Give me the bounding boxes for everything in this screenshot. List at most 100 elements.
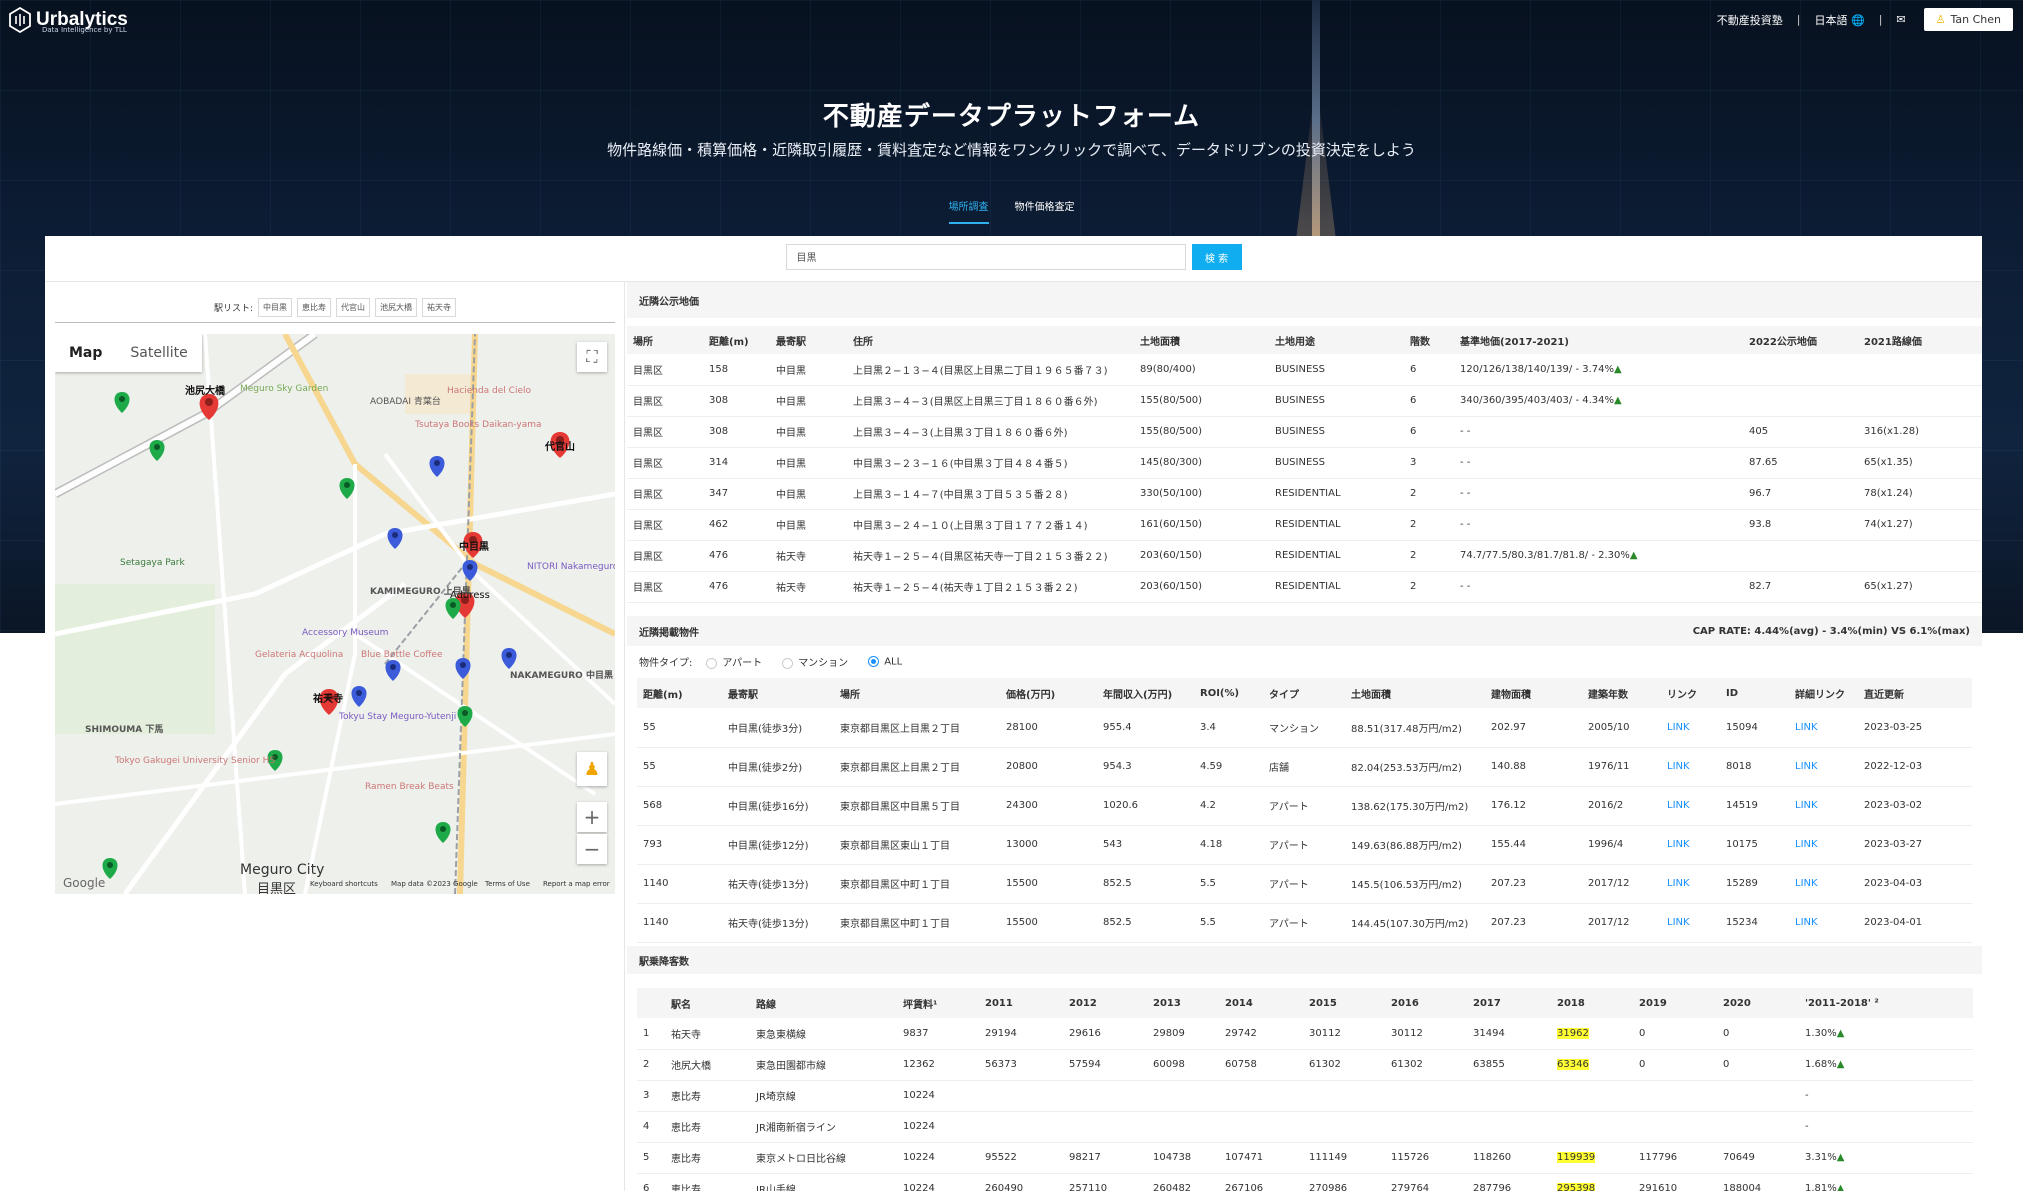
pin-icon[interactable] [387,528,403,549]
link[interactable]: LINK [1667,839,1690,850]
station-chip[interactable]: 代官山 [336,298,371,317]
table-row[interactable]: 目黒区 158 中目黒 上目黒２−１３−４(目黒区上目黒二丁目１９６５番７３) 89(8… [627,354,1982,386]
station-chip[interactable]: 池尻大橋 [375,298,418,317]
table-cell-text: 120/126/138/140/139/ - 3.74%▲ [1460,363,1622,375]
table-row[interactable]: 目黒区 347 中目黒 上目黒３−１４−７(中目黒３丁目５３５番２８) 330(50/1… [627,478,1982,510]
link[interactable]: LINK [1667,878,1690,889]
link[interactable]: LINK [1795,761,1818,772]
table-row[interactable]: 目黒区 476 祐天寺 祐天寺１−２５−４(目黒区祐天寺一丁目２１５３番２２) 203(… [627,540,1982,572]
table-cell: 260482 [1147,1173,1219,1191]
table-row[interactable]: 5 恵比寿 東京メトロ日比谷線 10224 95522 98217 104738 107471… [637,1142,1973,1174]
link[interactable]: LINK [1795,839,1818,850]
search-button[interactable]: 検 索 [1191,244,1242,270]
table-row[interactable]: 目黒区 476 祐天寺 祐天寺１−２５−４(祐天寺１丁目２１５３番２２) 203(60/… [627,571,1982,603]
search-input[interactable]: 目黒 [785,244,1186,270]
station-chip[interactable]: 恵比寿 [297,298,332,317]
table-cell-text: 70649 [1723,1152,1755,1163]
table-row[interactable]: 6 恵比寿 JR山手線 10224 260490 257110 260482 267106 27… [637,1173,1973,1191]
pin-icon[interactable] [199,394,219,420]
table-row[interactable]: 4 恵比寿 JR湘南新宿ライン 10224 - [637,1111,1973,1143]
fullscreen-icon[interactable]: ⛶ [577,342,607,372]
table-row[interactable]: 55 中目黒(徒歩2分) 東京都目黒区上目黒２丁目 20800 954.3 4.59 店舗 8… [637,747,1972,787]
tab-price-assessment[interactable]: 物件価格査定 [1015,198,1075,224]
logo[interactable]: Urbalytics Data Intelligence by TLL [8,7,128,34]
link[interactable]: LINK [1667,917,1690,928]
zoom-out-icon[interactable]: − [577,834,607,864]
column-header: 場所 [627,326,703,354]
map-label: 代官山 [545,442,575,453]
map-tab-satellite[interactable]: Satellite [116,334,201,372]
pegman-icon[interactable]: ♟ [577,752,607,786]
radio-mansion[interactable]: マンション [782,654,848,669]
table-row[interactable]: 1 祐天寺 東急東横線 9837 29194 29616 29809 29742 30112 30… [637,1018,1973,1050]
map-tab-map[interactable]: Map [55,334,116,372]
table-cell: 31962 [1551,1018,1633,1050]
map-footer-keyboard[interactable]: Keyboard shortcuts [310,880,378,888]
table-cell: 87.65 [1743,447,1858,479]
mail-icon[interactable]: ✉ [1896,13,1905,26]
table-cell-text: 目黒区 [633,490,663,501]
table-row[interactable]: 目黒区 314 中目黒 中目黒３−２３−１６(中目黒３丁目４８４番５) 145(80/3… [627,447,1982,479]
table-cell-text: マンション [1269,723,1319,735]
pin-icon[interactable] [149,440,165,461]
nav-language[interactable]: 日本語 🌐 [1814,12,1864,28]
table-cell-text: 10224 [903,1152,935,1163]
table-cell-text: 107471 [1225,1152,1264,1163]
pin-icon[interactable] [457,706,473,727]
table-cell: 10224 [897,1111,979,1143]
table-cell: LINK [1661,747,1720,787]
table-cell-text: 4.18 [1200,839,1223,850]
link[interactable]: LINK [1795,878,1818,889]
pin-icon[interactable] [385,660,401,681]
table-cell: 1140 [637,864,722,904]
pin-icon[interactable] [455,658,471,679]
link[interactable]: LINK [1795,800,1818,811]
table-cell: 149.63(86.88万円/m2) [1345,825,1485,865]
link[interactable]: LINK [1667,800,1690,811]
table-cell-text: 池尻大橋 [671,1061,711,1072]
table-row[interactable]: 目黒区 308 中目黒 上目黒３−４−３(目黒区上目黒三丁目１８６０番６外) 155(8… [627,385,1982,417]
link[interactable]: LINK [1667,761,1690,772]
table-cell: 15500 [1000,864,1097,904]
table-cell: 15289 [1720,864,1789,904]
link[interactable]: LINK [1795,917,1818,928]
pin-icon[interactable] [462,560,478,581]
station-chip[interactable]: 中目黒 [258,298,293,317]
table-row[interactable]: 1140 祐天寺(徒歩13分) 東京都目黒区中町１丁目 15500 852.5 5.5 アパ… [637,903,1972,943]
pin-icon[interactable] [351,686,367,707]
nav-invest-link[interactable]: 不動産投資塾 [1717,12,1783,28]
table-row[interactable]: 3 恵比寿 JR埼京線 10224 - [637,1080,1973,1112]
radio-apartment[interactable]: アパート [706,654,762,669]
table-row[interactable]: 2 池尻大橋 東急田園都市線 12362 56373 57594 60098 60758 613… [637,1049,1973,1081]
pin-icon[interactable] [114,392,130,413]
table-cell: LINK [1789,825,1858,865]
map-footer-terms[interactable]: Terms of Use [485,880,530,888]
table-cell-text: 202.97 [1491,721,1526,733]
table-row[interactable]: 目黒区 308 中目黒 上目黒３−４−３(上目黒３丁目１８６０番６外) 155(80/5… [627,416,1982,448]
station-chip[interactable]: 祐天寺 [422,298,457,317]
table-row[interactable]: 793 中目黒(徒歩12分) 東京都目黒区東山１丁目 13000 543 4.18 アパート… [637,825,1972,865]
tab-location-research[interactable]: 場所調査 [948,198,989,224]
table-row[interactable]: 568 中目黒(徒歩16分) 東京都目黒区中目黒５丁目 24300 1020.6 4.2 ア… [637,786,1972,826]
pin-icon[interactable] [339,478,355,499]
zoom-in-icon[interactable]: + [577,802,607,832]
pin-icon[interactable] [429,456,445,477]
table-cell-text: 61302 [1309,1059,1341,1070]
table-cell: LINK [1661,786,1720,826]
pin-icon[interactable] [435,822,451,843]
pin-icon[interactable] [445,598,461,619]
map[interactable]: Map Satellite ⛶ ♟ + − 池尻大橋 代官山 中目黒 Addre… [55,334,615,894]
table-row[interactable]: 55 中目黒(徒歩3分) 東京都目黒区上目黒２丁目 28100 955.4 3.4 マンショ… [637,708,1972,748]
link[interactable]: LINK [1795,722,1818,733]
column-header: '2011-2018' ² [1799,988,1973,1018]
table-cell: RESIDENTIAL [1269,509,1404,541]
user-button[interactable]: ♙ Tan Chen [1923,8,2013,31]
table-row[interactable]: 目黒区 462 中目黒 中目黒３−２４−１０(上目黒３丁目１７７２番１４) 161(60… [627,509,1982,541]
map-label: 中目黒 [459,542,489,553]
link[interactable]: LINK [1667,722,1690,733]
radio-all[interactable]: ALL [868,655,902,667]
table-cell: 295398 [1551,1173,1633,1191]
map-footer-report[interactable]: Report a map error [543,880,610,888]
table-row[interactable]: 1140 祐天寺(徒歩13分) 東京都目黒区中町１丁目 15500 852.5 5.5 アパ… [637,864,1972,904]
pin-icon[interactable] [501,648,517,669]
